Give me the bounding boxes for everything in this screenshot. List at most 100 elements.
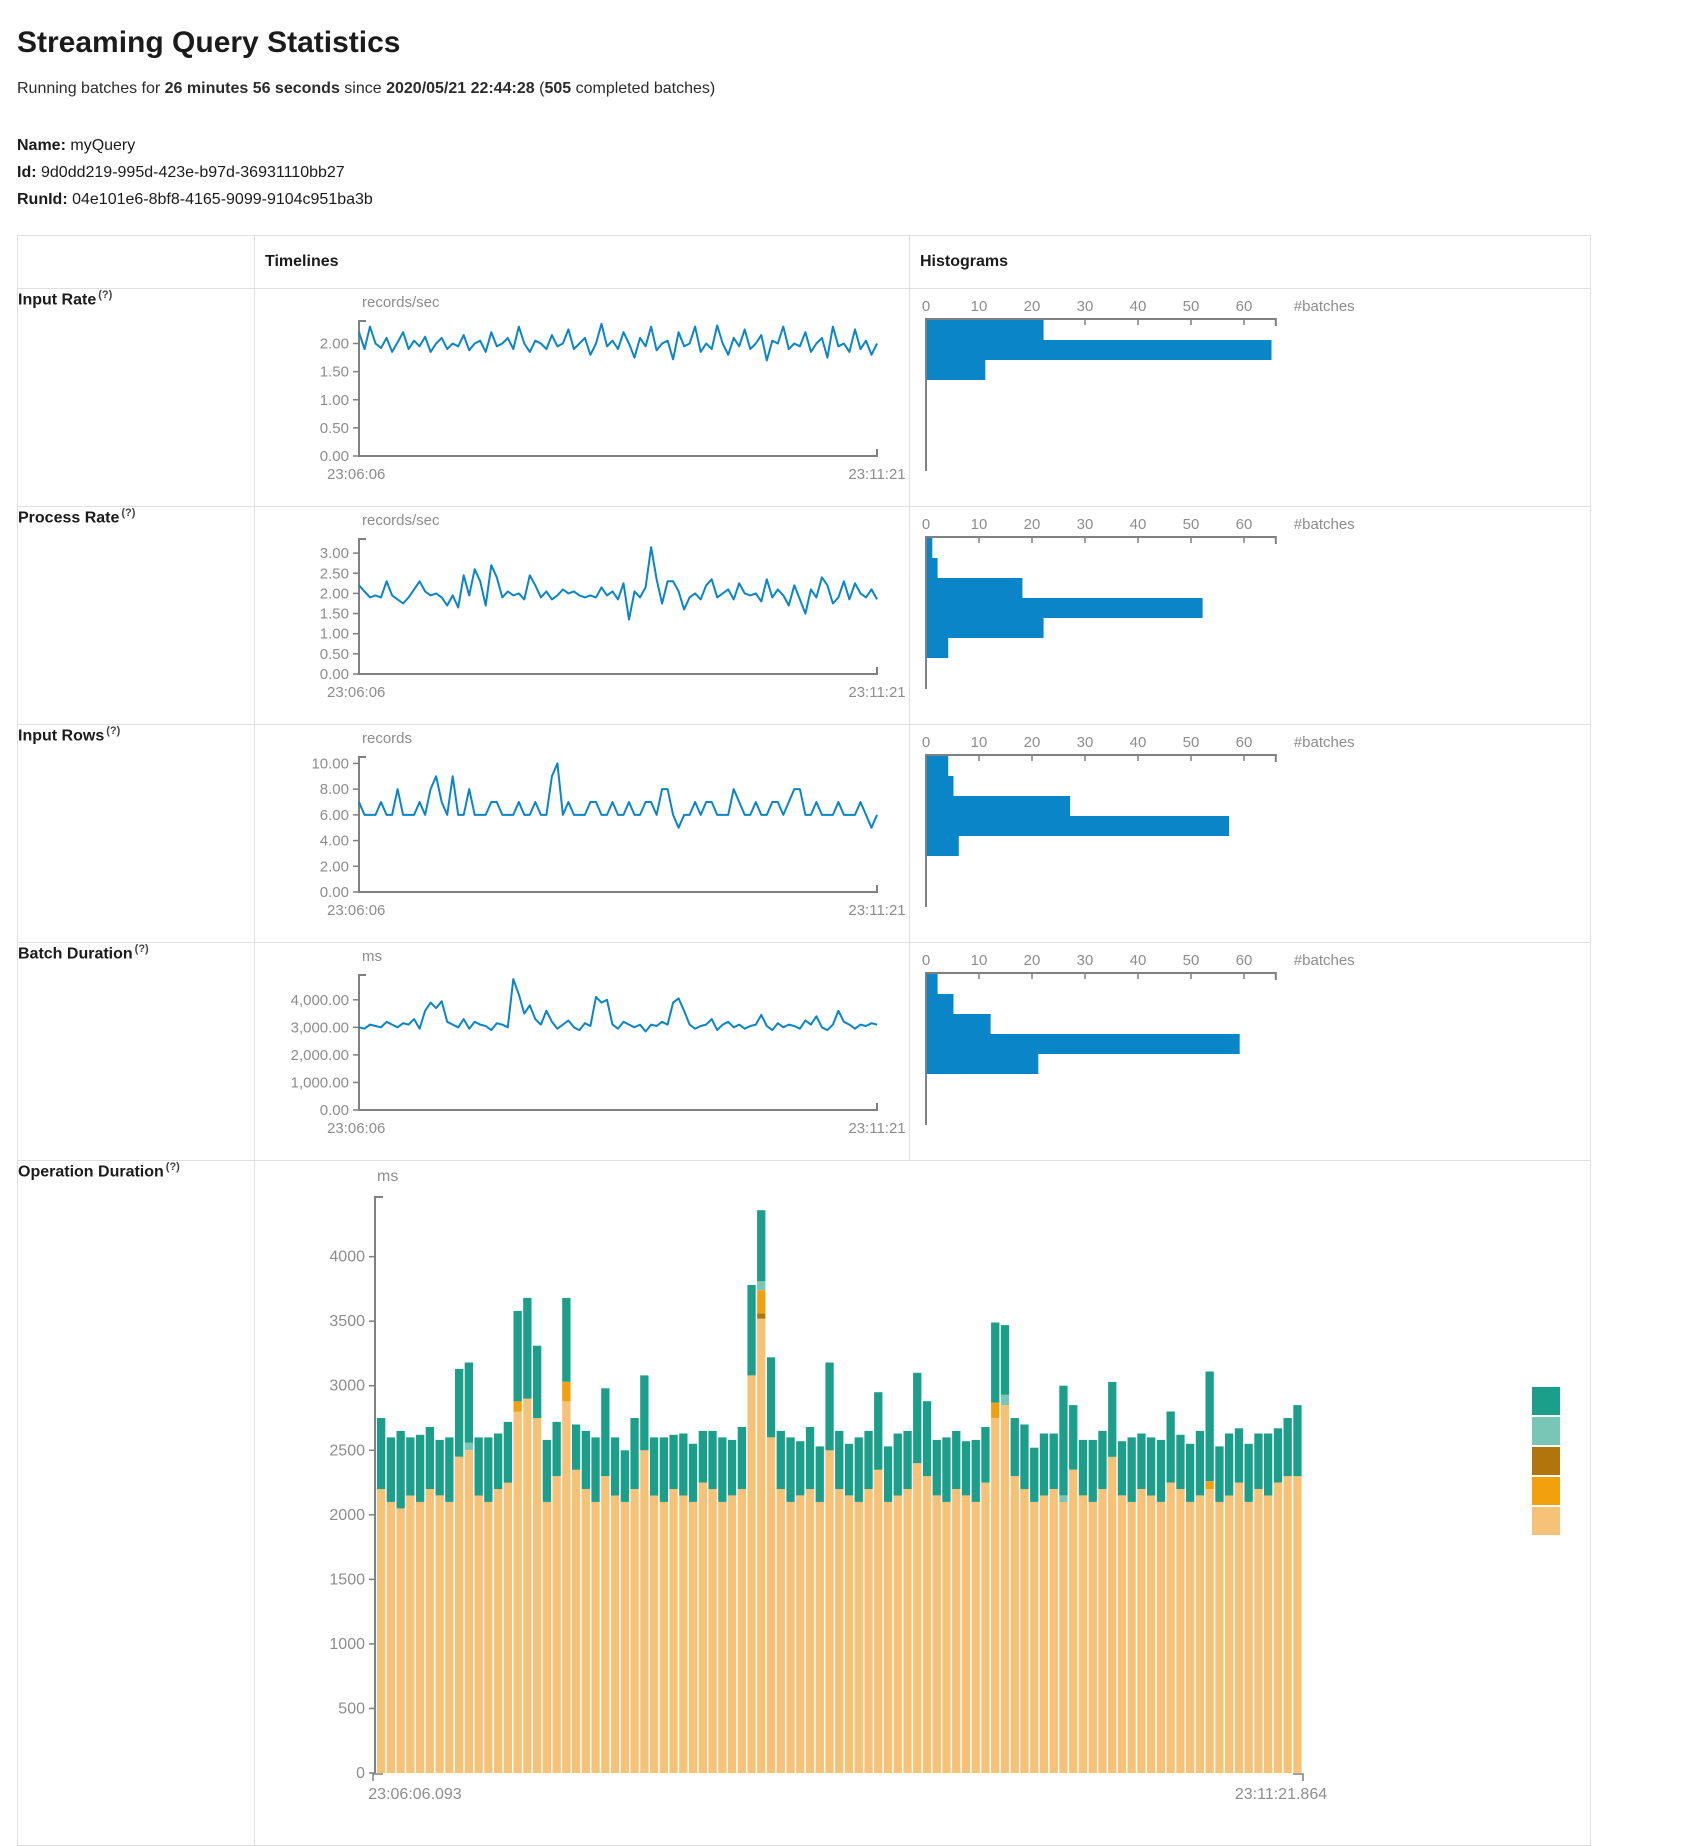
input-rows-row: Input Rows(?) records10.008.006.004.002.… xyxy=(18,725,1591,943)
query-id-label: Id: xyxy=(17,164,37,181)
completed-batch-count: 505 xyxy=(544,80,571,97)
query-name-value: myQuery xyxy=(70,137,135,154)
svg-text:23:11:21: 23:11:21 xyxy=(848,1120,905,1137)
svg-text:8.00: 8.00 xyxy=(320,781,349,798)
svg-text:40: 40 xyxy=(1130,952,1147,969)
input-rows-histogram-chart: 0102030405060#batches xyxy=(910,725,1591,943)
svg-text:#batches: #batches xyxy=(1294,952,1355,969)
svg-text:23:06:06: 23:06:06 xyxy=(327,1120,385,1137)
batch-duration-help-icon[interactable]: (?) xyxy=(135,943,149,955)
operation-duration-help-icon[interactable]: (?) xyxy=(166,1161,180,1173)
svg-text:23:11:21: 23:11:21 xyxy=(848,466,905,483)
svg-text:40: 40 xyxy=(1130,734,1147,751)
svg-text:records: records xyxy=(362,730,412,747)
svg-text:20: 20 xyxy=(1024,952,1041,969)
input-rows-label: Input Rows xyxy=(18,727,104,744)
input-rate-label-cell: Input Rate(?) xyxy=(18,289,255,507)
legend-swatch-2 xyxy=(1532,1417,1560,1445)
input-rate-help-icon[interactable]: (?) xyxy=(98,289,112,301)
query-info: Name: myQuery Id: 9d0dd219-995d-423e-b97… xyxy=(17,132,1693,213)
input-rate-label: Input Rate xyxy=(18,291,96,308)
batch-duration-timeline-chart: ms4,000.003,000.002,000.001,000.000.0023… xyxy=(255,943,910,1161)
input-rows-timeline-chart: records10.008.006.004.002.000.0023:06:06… xyxy=(255,725,910,943)
batch-duration-histogram-svg: 0102030405060#batches xyxy=(910,943,1582,1155)
svg-text:500: 500 xyxy=(338,1700,365,1717)
statistics-table: Timelines Histograms Input Rate(?) recor… xyxy=(17,235,1591,1846)
batch-duration-row: Batch Duration(?) ms4,000.003,000.002,00… xyxy=(18,943,1591,1161)
svg-text:1.50: 1.50 xyxy=(320,364,349,381)
process-rate-timeline-svg: records/sec3.002.502.001.501.000.500.002… xyxy=(255,507,915,719)
query-runid-value: 04e101e6-8bf8-4165-9099-9104c951ba3b xyxy=(72,191,373,208)
table-header-row: Timelines Histograms xyxy=(18,236,1591,289)
operation-duration-label-cell: Operation Duration(?) xyxy=(18,1161,255,1846)
svg-text:ms: ms xyxy=(377,1168,398,1185)
operation-duration-legend xyxy=(1532,1387,1560,1537)
svg-text:40: 40 xyxy=(1130,298,1147,315)
svg-text:1500: 1500 xyxy=(329,1571,365,1588)
process-rate-timeline-chart: records/sec3.002.502.001.501.000.500.002… xyxy=(255,507,910,725)
svg-text:10: 10 xyxy=(971,734,988,751)
svg-text:2.00: 2.00 xyxy=(320,585,349,602)
svg-text:60: 60 xyxy=(1236,298,1253,315)
input-rate-row: Input Rate(?) records/sec 2.00 1.50 1.00 0.5… xyxy=(18,289,1591,507)
query-id-line: Id: 9d0dd219-995d-423e-b97d-36931110bb27 xyxy=(17,159,1693,186)
svg-text:1.00: 1.00 xyxy=(320,626,349,643)
svg-text:0: 0 xyxy=(922,734,930,751)
svg-text:4.00: 4.00 xyxy=(320,833,349,850)
svg-text:20: 20 xyxy=(1024,734,1041,751)
svg-text:10.00: 10.00 xyxy=(311,755,349,772)
svg-text:23:06:06: 23:06:06 xyxy=(327,684,385,701)
svg-text:50: 50 xyxy=(1183,734,1200,751)
svg-text:30: 30 xyxy=(1077,298,1094,315)
svg-text:23:06:06: 23:06:06 xyxy=(327,902,385,919)
svg-text:1000: 1000 xyxy=(329,1636,365,1653)
process-rate-row: Process Rate(?) records/sec3.002.502.001… xyxy=(18,507,1591,725)
batch-duration-histogram-chart: 0102030405060#batches xyxy=(910,943,1591,1161)
svg-text:1,000.00: 1,000.00 xyxy=(291,1074,349,1091)
svg-text:23:06:06.093: 23:06:06.093 xyxy=(368,1786,462,1803)
svg-text:0: 0 xyxy=(922,516,930,533)
summary-since: since xyxy=(340,80,386,97)
svg-text:30: 30 xyxy=(1077,516,1094,533)
svg-text:2000: 2000 xyxy=(329,1507,365,1524)
batch-duration-timeline-svg: ms4,000.003,000.002,000.001,000.000.0023… xyxy=(255,943,915,1155)
summary-prefix: Running batches for xyxy=(17,80,165,97)
svg-text:3000: 3000 xyxy=(329,1378,365,1395)
input-rows-histogram-svg: 0102030405060#batches xyxy=(910,725,1582,937)
svg-text:2500: 2500 xyxy=(329,1442,365,1459)
svg-text:3500: 3500 xyxy=(329,1313,365,1330)
process-rate-help-icon[interactable]: (?) xyxy=(121,507,135,519)
svg-text:2.00: 2.00 xyxy=(320,336,349,353)
query-runid-label: RunId: xyxy=(17,191,68,208)
svg-text:0: 0 xyxy=(922,952,930,969)
svg-text:1.00: 1.00 xyxy=(320,392,349,409)
svg-text:10: 10 xyxy=(971,298,988,315)
start-timestamp: 2020/05/21 22:44:28 xyxy=(386,80,535,97)
svg-text:30: 30 xyxy=(1077,952,1094,969)
svg-text:23:11:21.864: 23:11:21.864 xyxy=(1235,1786,1327,1803)
batch-duration-label-cell: Batch Duration(?) xyxy=(18,943,255,1161)
svg-text:0.50: 0.50 xyxy=(320,420,349,437)
running-duration: 26 minutes 56 seconds xyxy=(165,80,340,97)
svg-text:3.00: 3.00 xyxy=(320,545,349,562)
svg-text:50: 50 xyxy=(1183,298,1200,315)
operation-duration-svg: ms4000350030002500200015001000500023:06:… xyxy=(255,1161,1585,1833)
svg-text:50: 50 xyxy=(1183,952,1200,969)
svg-text:0: 0 xyxy=(356,1765,365,1782)
process-rate-histogram-svg: 0102030405060#batches xyxy=(910,507,1582,719)
query-runid-line: RunId: 04e101e6-8bf8-4165-9099-9104c951b… xyxy=(17,186,1693,213)
svg-text:4,000.00: 4,000.00 xyxy=(291,992,349,1009)
svg-text:2.00: 2.00 xyxy=(320,858,349,875)
page-title: Streaming Query Statistics xyxy=(17,26,1693,60)
svg-text:#batches: #batches xyxy=(1294,516,1355,533)
svg-text:50: 50 xyxy=(1183,516,1200,533)
input-rows-help-icon[interactable]: (?) xyxy=(106,725,120,737)
running-batches-summary: Running batches for 26 minutes 56 second… xyxy=(17,80,1693,98)
svg-text:3,000.00: 3,000.00 xyxy=(291,1019,349,1036)
legend-swatch-5 xyxy=(1532,1507,1560,1535)
svg-text:60: 60 xyxy=(1236,516,1253,533)
svg-text:records/sec: records/sec xyxy=(362,512,440,529)
legend-swatch-1 xyxy=(1532,1387,1560,1415)
svg-text:records/sec: records/sec xyxy=(362,294,440,311)
query-id-value: 9d0dd219-995d-423e-b97d-36931110bb27 xyxy=(41,164,345,181)
